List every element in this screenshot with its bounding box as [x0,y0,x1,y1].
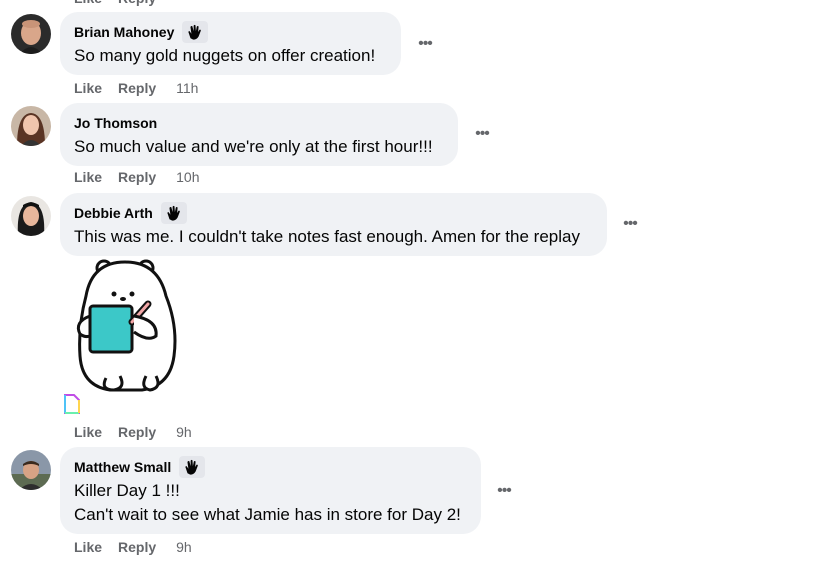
more-options-icon[interactable]: ••• [618,212,642,236]
reply-link[interactable]: Reply [118,169,156,185]
comment-author[interactable]: Matthew Small [74,459,171,475]
comment-timestamp[interactable]: 9h [176,424,192,440]
comment-timestamp[interactable]: 10h [176,169,199,185]
avatar-matthew-small[interactable] [11,450,51,490]
comment-text-line-2: Can't wait to see what Jamie has in stor… [74,505,461,524]
more-options-icon[interactable]: ••• [492,479,516,503]
comment-text-line-1: Killer Day 1 !!! [74,481,180,500]
waving-hand-icon [160,202,187,224]
comment-actions: Like Reply 10h [74,168,200,186]
avatar-debbie-arth[interactable] [11,196,51,236]
comment-timestamp[interactable]: 11h [176,80,198,96]
avatar-jo-thomson[interactable] [11,106,51,146]
like-link[interactable]: Like [74,169,102,185]
comment-timestamp[interactable]: 9h [176,539,192,555]
waving-hand-icon [182,21,209,43]
polar-bear-notepad-sticker[interactable] [70,256,180,396]
like-link[interactable]: Like [74,80,102,96]
comment-actions: Like Reply 9h [74,538,192,556]
comment-author[interactable]: Brian Mahoney [74,24,174,40]
previous-like-link[interactable]: Like [74,0,102,6]
reply-link[interactable]: Reply [118,539,156,555]
comment-bubble: Brian Mahoney So many gold nuggets on of… [60,12,401,75]
comment-author[interactable]: Jo Thomson [74,115,157,131]
waving-hand-icon [179,456,206,478]
gif-attachment-icon [63,393,81,420]
like-link[interactable]: Like [74,424,102,440]
comment-actions: Like Reply 9h [74,423,192,441]
reply-link[interactable]: Reply [118,424,156,440]
avatar-brian-mahoney[interactable] [11,14,51,54]
comment-author[interactable]: Debbie Arth [74,205,153,221]
comment-bubble: Matthew Small Killer Day 1 !!! Can't wai… [60,447,481,534]
previous-comment-actions: Like Reply [74,0,172,6]
comment-text: So many gold nuggets on offer creation! [74,46,376,65]
more-options-icon[interactable]: ••• [413,32,437,56]
comment-bubble: Debbie Arth This was me. I couldn't take… [60,193,607,256]
reply-link[interactable]: Reply [118,80,156,96]
comment-text: This was me. I couldn't take notes fast … [74,227,580,246]
comment-bubble: Jo Thomson So much value and we're only … [60,103,458,166]
like-link[interactable]: Like [74,539,102,555]
more-options-icon[interactable]: ••• [470,122,494,146]
comment-text: So much value and we're only at the firs… [74,137,433,156]
previous-reply-link[interactable]: Reply [118,0,156,6]
comment-actions: Like Reply 11h [74,79,198,97]
